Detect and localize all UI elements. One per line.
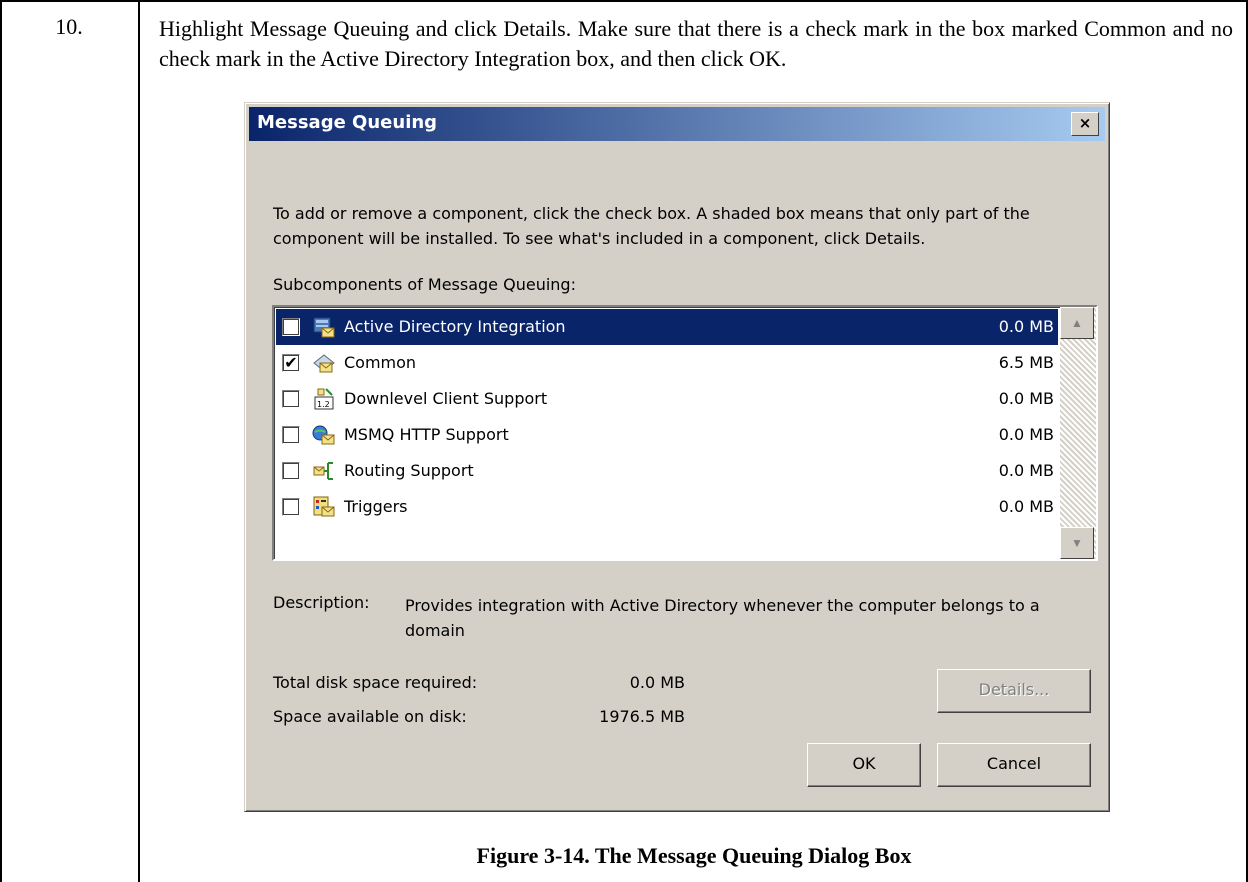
description-label: Description: (273, 593, 370, 612)
component-label: MSMQ HTTP Support (344, 425, 509, 444)
close-button[interactable]: × (1071, 112, 1099, 136)
title-bar[interactable]: Message Queuing × (249, 107, 1105, 141)
details-button[interactable]: Details... (937, 669, 1091, 713)
component-size: 0.0 MB (998, 461, 1054, 480)
list-item[interactable]: MSMQ HTTP Support 0.0 MB (276, 417, 1058, 453)
list-item[interactable]: ✔ Common 6.5 MB (276, 345, 1058, 381)
total-space-value: 0.0 MB (629, 673, 685, 692)
scroll-down-button[interactable]: ▼ (1060, 527, 1094, 559)
step-number: 10. (55, 14, 83, 39)
total-space-label: Total disk space required: (273, 673, 478, 692)
list-item[interactable]: Routing Support 0.0 MB (276, 453, 1058, 489)
component-size: 0.0 MB (998, 425, 1054, 444)
available-space-value: 1976.5 MB (599, 707, 685, 726)
component-checkbox[interactable] (282, 498, 300, 516)
common-mail-icon (312, 351, 336, 375)
ok-button[interactable]: OK (807, 743, 921, 787)
table-top-border (0, 0, 1248, 2)
http-support-icon (312, 423, 336, 447)
list-item[interactable]: 1.2 Downlevel Client Support 0.0 MB (276, 381, 1058, 417)
intro-text: To add or remove a component, click the … (273, 204, 1030, 248)
component-checkbox[interactable] (282, 426, 300, 444)
vertical-scrollbar[interactable]: ▲ ▼ (1060, 307, 1096, 559)
subcomponents-label: Subcomponents of Message Queuing: (273, 275, 576, 294)
downlevel-client-icon: 1.2 (312, 387, 336, 411)
component-size: 0.0 MB (998, 497, 1054, 516)
description-text: Provides integration with Active Directo… (405, 596, 1040, 640)
available-space-label: Space available on disk: (273, 707, 467, 726)
active-directory-icon (312, 315, 336, 339)
message-queuing-dialog: Message Queuing × To add or remove a com… (244, 102, 1110, 812)
component-checkbox[interactable] (282, 390, 300, 408)
cancel-button[interactable]: Cancel (937, 743, 1091, 787)
triggers-icon (312, 495, 336, 519)
list-item[interactable]: Active Directory Integration 0.0 MB (276, 309, 1058, 345)
component-size: 0.0 MB (998, 389, 1054, 408)
component-label: Common (344, 353, 417, 372)
component-label: Downlevel Client Support (344, 389, 548, 408)
step-instruction: Highlight Message Queuing and click Deta… (159, 16, 1233, 71)
component-label: Triggers (344, 497, 408, 516)
svg-text:1.2: 1.2 (317, 400, 330, 409)
figure-caption: Figure 3-14. The Message Queuing Dialog … (476, 843, 912, 868)
list-item[interactable]: Triggers 0.0 MB (276, 489, 1058, 525)
subcomponents-list[interactable]: Active Directory Integration 0.0 MB ✔ Commo… (272, 305, 1098, 561)
component-label: Active Directory Integration (344, 317, 566, 336)
routing-icon (312, 459, 336, 483)
dialog-title: Message Queuing (257, 112, 438, 133)
table-left-border (0, 0, 2, 882)
component-size: 0.0 MB (998, 317, 1054, 336)
component-size: 6.5 MB (998, 353, 1054, 372)
component-checkbox[interactable] (282, 462, 300, 480)
component-checkbox[interactable] (282, 318, 300, 336)
table-column-divider (138, 0, 140, 882)
component-label: Routing Support (344, 461, 474, 480)
scroll-up-button[interactable]: ▲ (1060, 307, 1094, 339)
component-checkbox[interactable]: ✔ (282, 354, 300, 372)
